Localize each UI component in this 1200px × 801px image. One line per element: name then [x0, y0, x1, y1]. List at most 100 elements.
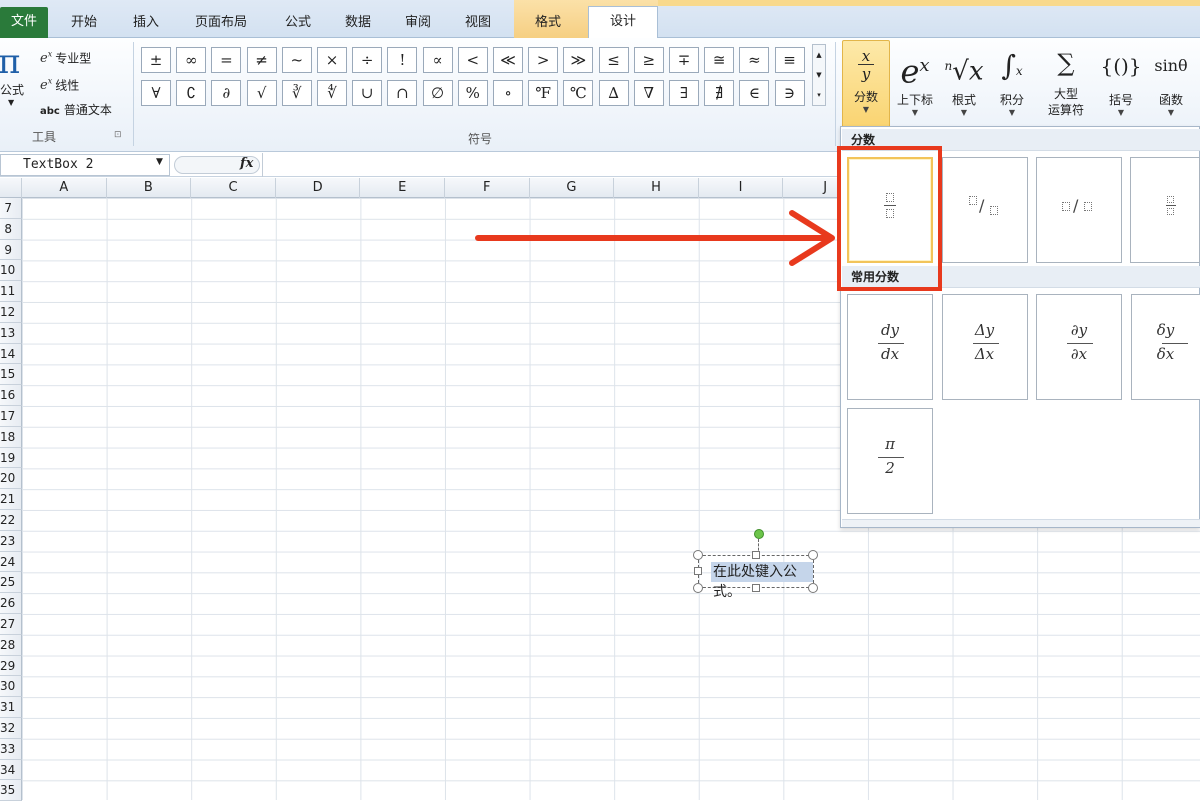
- row-header[interactable]: 33: [0, 739, 22, 760]
- row-header[interactable]: 21: [0, 489, 22, 510]
- common-fraction-item[interactable]: ∂y∂x: [1036, 294, 1122, 400]
- column-header[interactable]: F: [445, 178, 530, 198]
- resize-handle[interactable]: [752, 551, 760, 559]
- symbol-button[interactable]: %: [458, 80, 488, 106]
- row-header[interactable]: 20: [0, 468, 22, 489]
- column-header[interactable]: C: [191, 178, 276, 198]
- symbol-button[interactable]: √: [247, 80, 277, 106]
- small-fraction-item[interactable]: [1130, 157, 1200, 263]
- resize-handle[interactable]: [808, 583, 818, 593]
- equation-placeholder[interactable]: 在此处键入公式。: [711, 562, 813, 582]
- row-header[interactable]: 22: [0, 510, 22, 531]
- symbol-button[interactable]: ≫: [563, 47, 593, 73]
- row-header[interactable]: 25: [0, 572, 22, 593]
- symbol-button[interactable]: ≈: [739, 47, 769, 73]
- symbol-button[interactable]: ×: [317, 47, 347, 73]
- symbol-button[interactable]: ∈: [739, 80, 769, 106]
- symbol-button[interactable]: ∅: [423, 80, 453, 106]
- row-header[interactable]: 24: [0, 552, 22, 573]
- professional-button[interactable]: ex专业型: [40, 44, 91, 66]
- skewed-fraction-item[interactable]: /: [942, 157, 1028, 263]
- symbol-button[interactable]: ∘: [493, 80, 523, 106]
- name-box[interactable]: TextBox 2: [0, 154, 170, 176]
- common-fraction-item[interactable]: ΔyΔx: [942, 294, 1028, 400]
- row-header[interactable]: 8: [0, 219, 22, 240]
- row-header[interactable]: 26: [0, 593, 22, 614]
- row-header[interactable]: 13: [0, 323, 22, 344]
- symbol-button[interactable]: ∝: [423, 47, 453, 73]
- tab-data[interactable]: 数据: [334, 8, 382, 38]
- column-header[interactable]: E: [360, 178, 445, 198]
- symbol-button[interactable]: ∋: [775, 80, 805, 106]
- common-fraction-item[interactable]: δyδx: [1131, 294, 1200, 400]
- symbol-button[interactable]: ÷: [352, 47, 382, 73]
- rotate-handle[interactable]: [754, 529, 764, 539]
- symbol-button[interactable]: ∄: [704, 80, 734, 106]
- symbol-button[interactable]: ≅: [704, 47, 734, 73]
- symbol-button[interactable]: ∜: [317, 80, 347, 106]
- symbol-button[interactable]: ≤: [599, 47, 629, 73]
- column-header[interactable]: D: [276, 178, 361, 198]
- symbol-button[interactable]: ℉: [528, 80, 558, 106]
- column-header[interactable]: H: [614, 178, 699, 198]
- tab-insert[interactable]: 插入: [122, 8, 170, 38]
- row-header[interactable]: 11: [0, 281, 22, 302]
- symbol-button[interactable]: ≠: [247, 47, 277, 73]
- resize-handle[interactable]: [752, 584, 760, 592]
- symbol-button[interactable]: !: [387, 47, 417, 73]
- row-header[interactable]: 14: [0, 344, 22, 365]
- row-header[interactable]: 29: [0, 656, 22, 677]
- symbol-button[interactable]: ℃: [563, 80, 593, 106]
- symbol-button[interactable]: ±: [141, 47, 171, 73]
- common-fraction-item[interactable]: π2: [847, 408, 933, 514]
- linear-button[interactable]: ex线性: [40, 71, 79, 93]
- symbol-button[interactable]: ~: [282, 47, 312, 73]
- resize-handle[interactable]: [694, 567, 702, 575]
- select-all-corner[interactable]: [0, 178, 22, 198]
- dialog-launcher-icon[interactable]: ⊡: [114, 130, 122, 140]
- linear-fraction-item[interactable]: /: [1036, 157, 1122, 263]
- row-header[interactable]: 7: [0, 198, 22, 219]
- equation-button[interactable]: π 公式 ▼: [0, 42, 34, 132]
- column-header[interactable]: A: [22, 178, 107, 198]
- row-header[interactable]: 16: [0, 385, 22, 406]
- row-header[interactable]: 18: [0, 427, 22, 448]
- tab-page-layout[interactable]: 页面布局: [186, 8, 256, 38]
- column-header[interactable]: I: [699, 178, 784, 198]
- row-header[interactable]: 32: [0, 718, 22, 739]
- tab-format[interactable]: 格式: [522, 8, 574, 38]
- symbol-button[interactable]: ≥: [634, 47, 664, 73]
- symbol-button[interactable]: ∇: [634, 80, 664, 106]
- symbol-button[interactable]: ≪: [493, 47, 523, 73]
- symbol-button[interactable]: ∪: [352, 80, 382, 106]
- tab-file[interactable]: 文件: [0, 7, 48, 38]
- row-header[interactable]: 28: [0, 635, 22, 656]
- symbol-button[interactable]: ∞: [176, 47, 206, 73]
- resize-handle[interactable]: [693, 583, 703, 593]
- row-header[interactable]: 10: [0, 260, 22, 281]
- chevron-down-icon[interactable]: ▼: [156, 157, 163, 167]
- row-header[interactable]: 19: [0, 448, 22, 469]
- row-header[interactable]: 27: [0, 614, 22, 635]
- tab-formulas[interactable]: 公式: [274, 8, 322, 38]
- insert-function-button[interactable]: fx: [240, 156, 253, 171]
- tab-review[interactable]: 审阅: [394, 8, 442, 38]
- row-header[interactable]: 9: [0, 240, 22, 261]
- tab-view[interactable]: 视图: [454, 8, 502, 38]
- symbol-button[interactable]: ∁: [176, 80, 206, 106]
- symbol-button[interactable]: >: [528, 47, 558, 73]
- column-header[interactable]: G: [530, 178, 615, 198]
- symbol-button[interactable]: ≡: [775, 47, 805, 73]
- symbol-button[interactable]: ∂: [211, 80, 241, 106]
- symbol-button[interactable]: ∃: [669, 80, 699, 106]
- symbols-scrollbar[interactable]: ▲▼▾: [812, 44, 826, 106]
- resize-handle[interactable]: [808, 550, 818, 560]
- symbol-button[interactable]: ∛: [282, 80, 312, 106]
- symbol-button[interactable]: <: [458, 47, 488, 73]
- row-header[interactable]: 34: [0, 760, 22, 781]
- row-header[interactable]: 30: [0, 676, 22, 697]
- resize-handle[interactable]: [693, 550, 703, 560]
- symbol-button[interactable]: ∀: [141, 80, 171, 106]
- symbol-button[interactable]: ∆: [599, 80, 629, 106]
- column-header[interactable]: B: [107, 178, 192, 198]
